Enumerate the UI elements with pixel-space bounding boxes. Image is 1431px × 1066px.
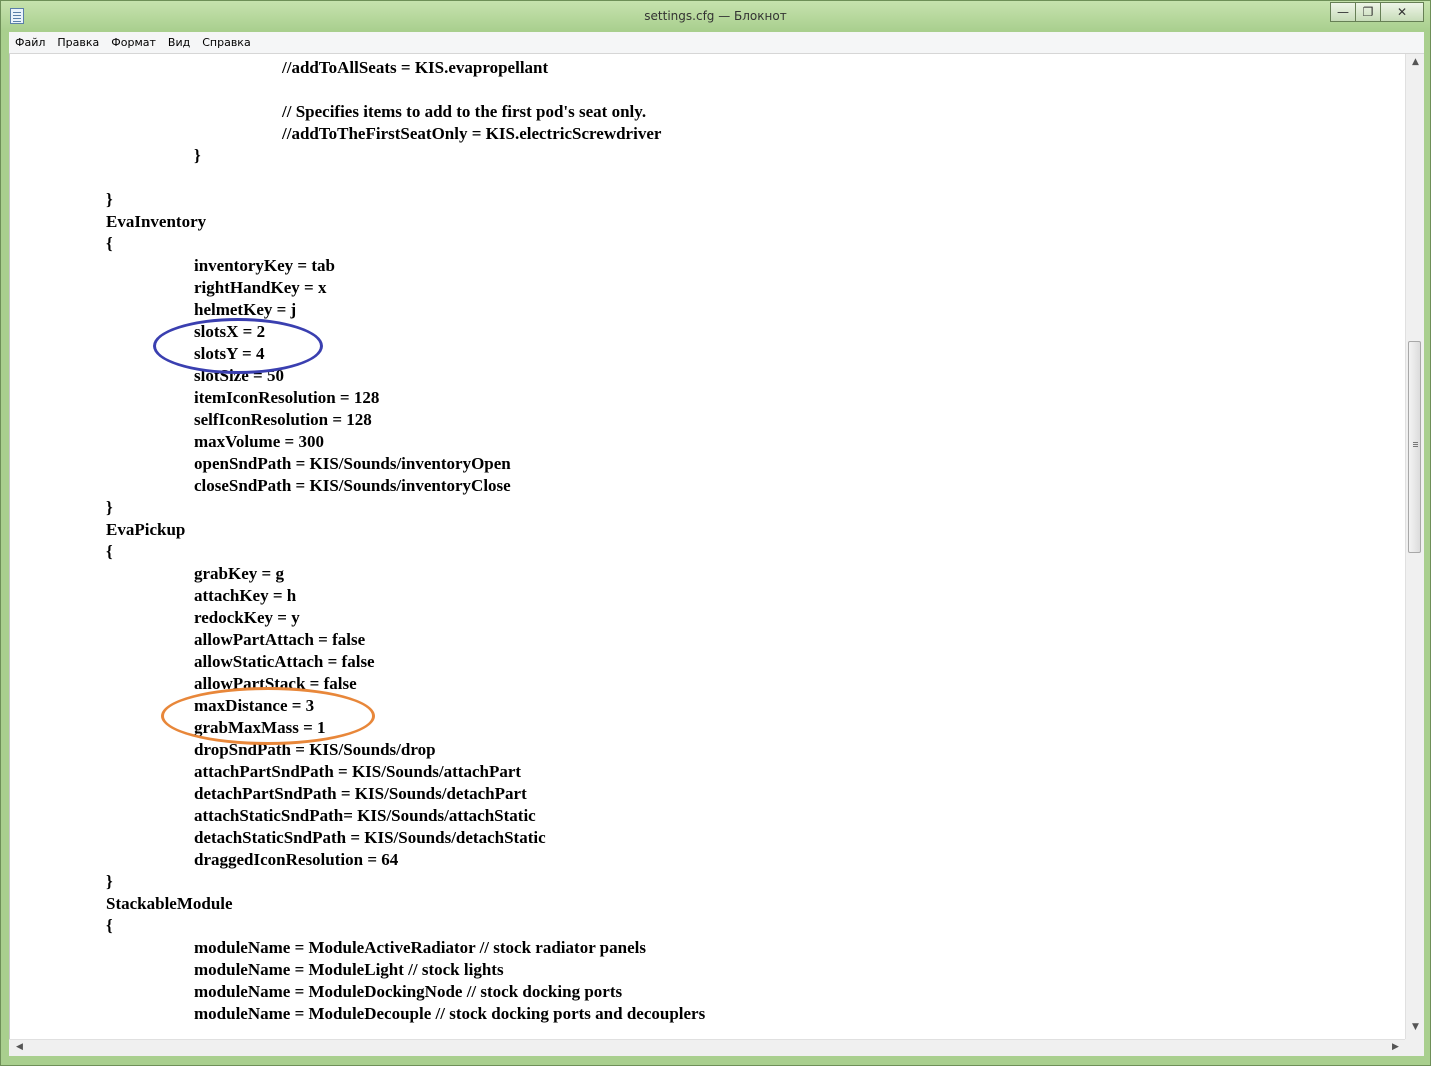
- code-line: closeSndPath = KIS/Sounds/inventoryClose: [194, 476, 511, 495]
- notepad-window: settings.cfg — Блокнот — ❐ ✕ Файл Правка…: [0, 0, 1431, 1066]
- code-line: maxVolume = 300: [194, 432, 324, 451]
- scrollbar-corner: [1405, 1039, 1424, 1056]
- code-line: slotsX = 2: [194, 322, 266, 341]
- maximize-icon: ❐: [1362, 5, 1374, 19]
- code-line: grabMaxMass = 1: [194, 718, 326, 737]
- vertical-scroll-thumb[interactable]: [1408, 341, 1421, 553]
- code-line: // Specifies items to add to the first p…: [282, 102, 647, 121]
- scroll-up-icon[interactable]: ▲: [1407, 57, 1424, 67]
- minimize-icon: —: [1337, 5, 1349, 19]
- code-line: itemIconResolution = 128: [194, 388, 380, 407]
- code-line: EvaInventory: [106, 212, 207, 231]
- menu-help[interactable]: Справка: [196, 36, 256, 49]
- code-line: rightHandKey = x: [194, 278, 327, 297]
- code-line: //addToAllSeats = KIS.evapropellant: [282, 58, 549, 77]
- code-line: EvaPickup: [106, 520, 186, 539]
- text-editor-area[interactable]: //addToAllSeats = KIS.evapropellant // Sp…: [9, 54, 1406, 1039]
- code-line: openSndPath = KIS/Sounds/inventoryOpen: [194, 454, 511, 473]
- code-line: redockKey = y: [194, 608, 300, 627]
- code-line: attachStaticSndPath= KIS/Sounds/attachSt…: [194, 806, 536, 825]
- code-line: moduleName = ModuleDockingNode // stock …: [194, 982, 623, 1001]
- code-line: //addToTheFirstSeatOnly = KIS.electricSc…: [282, 124, 662, 143]
- code-line: allowStaticAttach = false: [194, 652, 375, 671]
- minimize-button[interactable]: —: [1330, 2, 1356, 22]
- code-line: allowPartAttach = false: [194, 630, 366, 649]
- window-title: settings.cfg — Блокнот: [644, 9, 787, 23]
- code-line: {: [106, 916, 113, 935]
- menu-edit[interactable]: Правка: [51, 36, 105, 49]
- scroll-right-icon[interactable]: ▶: [1387, 1042, 1404, 1052]
- horizontal-scrollbar[interactable]: ◀ ▶: [9, 1039, 1405, 1056]
- title-bar[interactable]: settings.cfg — Блокнот — ❐ ✕: [1, 1, 1430, 31]
- menu-format[interactable]: Формат: [105, 36, 162, 49]
- code-line: StackableModule: [106, 894, 233, 913]
- code-line: draggedIconResolution = 64: [194, 850, 399, 869]
- code-line: grabKey = g: [194, 564, 284, 583]
- code-line: }: [106, 498, 113, 517]
- code-line: maxDistance = 3: [194, 696, 315, 715]
- code-line: helmetKey = j: [194, 300, 297, 319]
- code-line: moduleName = ModuleDecouple // stock doc…: [194, 1004, 706, 1023]
- close-icon: ✕: [1396, 5, 1408, 19]
- close-button[interactable]: ✕: [1380, 2, 1424, 22]
- code-line: }: [106, 190, 113, 209]
- code-line: {: [106, 542, 113, 561]
- code-line: }: [194, 146, 201, 165]
- code-line: detachPartSndPath = KIS/Sounds/detachPar…: [194, 784, 527, 803]
- vertical-scrollbar[interactable]: ▲ ▼: [1405, 54, 1424, 1039]
- code-line: inventoryKey = tab: [194, 256, 335, 275]
- code-line: {: [106, 234, 113, 253]
- menu-file[interactable]: Файл: [9, 36, 51, 49]
- code-line: allowPartStack = false: [194, 674, 357, 693]
- code-line: moduleName = ModuleActiveRadiator // sto…: [194, 938, 646, 957]
- code-line: }: [106, 872, 113, 891]
- menu-bar: Файл Правка Формат Вид Справка: [9, 32, 1424, 54]
- code-line: slotsY = 4: [194, 344, 265, 363]
- scroll-grip-icon: [1413, 442, 1418, 443]
- menu-view[interactable]: Вид: [162, 36, 196, 49]
- code-line: attachPartSndPath = KIS/Sounds/attachPar…: [194, 762, 522, 781]
- maximize-button[interactable]: ❐: [1355, 2, 1381, 22]
- scroll-down-icon[interactable]: ▼: [1407, 1022, 1424, 1032]
- code-line: dropSndPath = KIS/Sounds/drop: [194, 740, 436, 759]
- scroll-left-icon[interactable]: ◀: [11, 1042, 28, 1052]
- window-controls: — ❐ ✕: [1330, 2, 1424, 22]
- code-line: moduleName = ModuleLight // stock lights: [194, 960, 504, 979]
- code-line: slotSize = 50: [194, 366, 284, 385]
- code-line: detachStaticSndPath = KIS/Sounds/detachS…: [194, 828, 546, 847]
- code-line: attachKey = h: [194, 586, 297, 605]
- code-line: selfIconResolution = 128: [194, 410, 372, 429]
